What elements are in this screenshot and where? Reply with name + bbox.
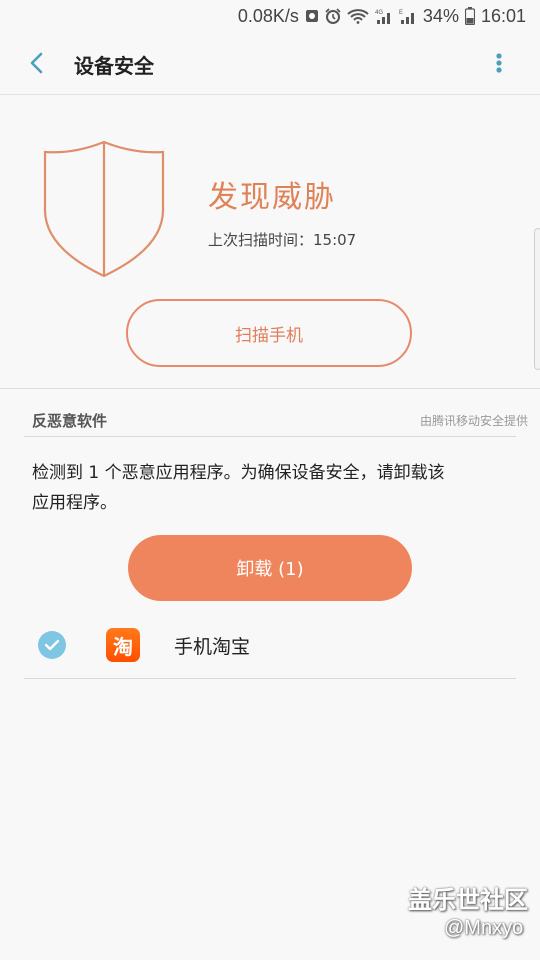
app-bar: 设备安全 (0, 32, 540, 95)
wifi-icon (347, 8, 369, 24)
battery-icon (464, 7, 475, 25)
watermark-user: @Mnxyo (444, 917, 524, 939)
battery-percent: 34% (422, 5, 459, 26)
threat-message: 检测到 1 个恶意应用程序。为确保设备安全，请卸载该应用程序。 (32, 463, 445, 513)
back-button[interactable] (24, 48, 52, 78)
notification-icon (305, 8, 319, 24)
clock: 16:01 (480, 5, 526, 26)
app-icon-glyph: 淘 (113, 634, 133, 659)
page-title: 设备安全 (74, 54, 154, 78)
status-bar: 0.08K/s 4G E 34% 16:01 (0, 0, 540, 32)
scrollbar[interactable] (534, 228, 540, 370)
more-options-button[interactable] (486, 48, 512, 78)
threat-status-title: 发现威胁 (208, 180, 336, 215)
signal-4g-icon: 4G (375, 8, 393, 24)
antimalware-section-header: 反恶意软件 由腾讯移动安全提供 (24, 402, 528, 437)
section-title: 反恶意软件 (32, 412, 108, 430)
alarm-icon (325, 8, 341, 24)
provider-credit: 由腾讯移动安全提供 (419, 414, 528, 428)
svg-text:4G: 4G (375, 10, 383, 16)
net-speed: 0.08K/s (237, 5, 299, 26)
back-arrow-icon (30, 52, 43, 74)
uninstall-button[interactable]: 卸载 (1) (128, 535, 412, 601)
divider (0, 388, 540, 389)
list-item[interactable]: 淘 手机淘宝 (24, 612, 516, 679)
checkmark-icon (44, 639, 60, 651)
more-vertical-icon (496, 53, 502, 73)
app-checkbox[interactable] (38, 631, 66, 659)
last-scan-time: 上次扫描时间：15:07 (208, 231, 357, 249)
shield-icon (43, 140, 165, 278)
app-name: 手机淘宝 (174, 636, 251, 658)
taobao-app-icon: 淘 (106, 628, 140, 662)
svg-text:E: E (399, 10, 403, 16)
scan-phone-button[interactable]: 扫描手机 (126, 299, 412, 367)
watermark-title: 盖乐世社区 (408, 887, 528, 914)
signal-e-icon: E (399, 8, 417, 24)
